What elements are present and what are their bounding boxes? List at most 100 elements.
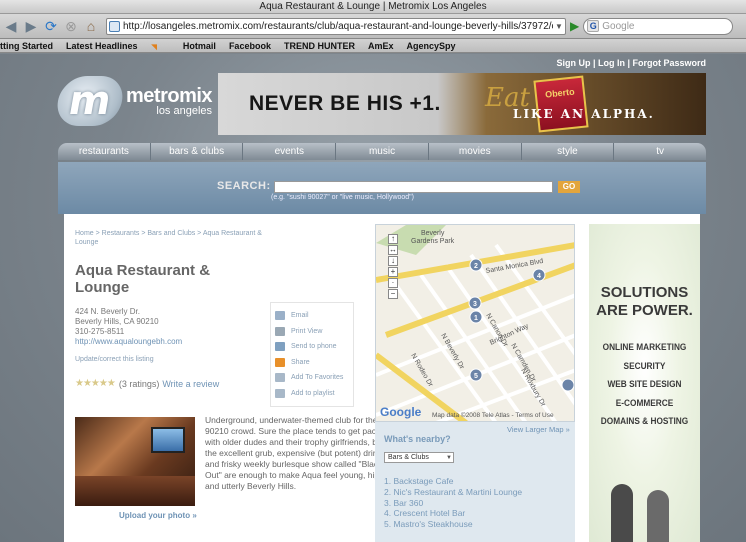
- browser-toolbar: ◀ ▶ ⟳ ⊗ ⌂ http://losangeles.metromix.com…: [0, 14, 746, 39]
- view-larger-map-link[interactable]: View Larger Map »: [507, 425, 570, 434]
- svg-text:5: 5: [474, 373, 478, 380]
- nearby-item[interactable]: 1. Backstage Cafe: [384, 476, 522, 487]
- home-icon[interactable]: ⌂: [82, 17, 100, 35]
- map[interactable]: Beverly Gardens Park Santa Monica Blvd N…: [375, 224, 575, 422]
- bookmark-hotmail[interactable]: Hotmail: [183, 41, 216, 51]
- google-logo[interactable]: Google: [380, 405, 421, 419]
- venue-photo[interactable]: [75, 417, 195, 506]
- write-review-link[interactable]: Write a review: [162, 379, 219, 389]
- ad-people-image: [603, 482, 683, 542]
- nearby-list: 1. Backstage Cafe 2. Nic's Restaurant & …: [384, 476, 522, 530]
- nav-restaurants[interactable]: restaurants: [58, 143, 151, 160]
- nearby-item[interactable]: 2. Nic's Restaurant & Martini Lounge: [384, 487, 522, 498]
- logo-title: metromix: [126, 84, 213, 107]
- rating-count: (3 ratings): [118, 378, 160, 389]
- nav-music[interactable]: music: [336, 143, 429, 160]
- print-action[interactable]: Print View: [275, 324, 349, 340]
- address-bar-url[interactable]: http://losangeles.metromix.com/restauran…: [123, 21, 553, 32]
- rating-stars-icon[interactable]: ★★★★★: [75, 378, 116, 389]
- phone-icon: [275, 342, 285, 352]
- bookmark-amex[interactable]: AmEx: [368, 41, 394, 51]
- upload-photo-link[interactable]: Upload your photo »: [119, 511, 197, 520]
- forward-arrow-icon[interactable]: ▶: [22, 17, 40, 35]
- history-dropdown-icon[interactable]: ▼: [553, 22, 565, 31]
- side-ad[interactable]: SOLUTIONS ARE POWER. ONLINE MARKETING SE…: [589, 224, 700, 542]
- email-action[interactable]: Email: [275, 308, 349, 324]
- nearby-category-value: Bars & Clubs: [388, 454, 429, 461]
- address-bar[interactable]: http://losangeles.metromix.com/restauran…: [106, 17, 566, 35]
- search-label: SEARCH:: [217, 180, 271, 192]
- svg-text:Gardens Park: Gardens Park: [411, 238, 455, 245]
- nearby-item[interactable]: 3. Bar 360: [384, 498, 522, 509]
- reload-icon[interactable]: ⟳: [42, 17, 60, 35]
- account-links[interactable]: Sign Up | Log In | Forgot Password: [556, 58, 706, 68]
- back-arrow-icon[interactable]: ◀: [2, 17, 20, 35]
- nearby-category-select[interactable]: Bars & Clubs ▼: [384, 452, 454, 463]
- bookmark-facebook[interactable]: Facebook: [229, 41, 271, 51]
- playlist-action[interactable]: Add to playlist: [275, 386, 349, 402]
- ad-items: ONLINE MARKETING SECURITY WEB SITE DESIG…: [593, 338, 695, 431]
- oberto-package-icon: Oberto: [533, 75, 589, 133]
- zoom-out-icon[interactable]: −: [388, 289, 398, 299]
- go-arrow-icon[interactable]: ▶: [570, 19, 579, 33]
- google-search-icon[interactable]: G: [587, 20, 600, 32]
- nav-events[interactable]: events: [243, 143, 337, 160]
- nav-tv[interactable]: tv: [614, 143, 706, 160]
- nav-movies[interactable]: movies: [429, 143, 522, 160]
- photo-floor: [75, 476, 195, 506]
- search-go-button[interactable]: GO: [558, 181, 580, 193]
- nav-style[interactable]: style: [522, 143, 615, 160]
- share-action-label: Share: [291, 358, 310, 366]
- bookmark-agencyspy[interactable]: AgencySpy: [406, 41, 455, 51]
- web-page: Sign Up | Log In | Forgot Password m met…: [0, 54, 746, 542]
- map-canvas[interactable]: Beverly Gardens Park Santa Monica Blvd N…: [376, 225, 575, 422]
- pan-left-right-icon[interactable]: ↔: [388, 245, 398, 255]
- nearby-item[interactable]: 5. Mastro's Steakhouse: [384, 519, 522, 530]
- map-zoom-control[interactable]: ↑ ↔ ↓ + · −: [384, 233, 402, 300]
- bookmark-trend-hunter[interactable]: TREND HUNTER: [284, 41, 355, 51]
- pan-up-icon[interactable]: ↑: [388, 234, 398, 244]
- banner-headline: NEVER BE HIS +1.: [249, 92, 441, 115]
- playlist-action-label: Add to playlist: [291, 389, 335, 397]
- phone-number: 310-275-8511: [75, 327, 125, 336]
- content-panel: Home > Restaurants > Bars and Clubs > Aq…: [64, 214, 700, 542]
- svg-text:4: 4: [537, 273, 541, 280]
- update-listing-link[interactable]: Update/correct this listing: [75, 356, 154, 363]
- map-copyright[interactable]: Map data ©2008 Tele Atlas - Terms of Use: [432, 412, 554, 419]
- metromix-logo[interactable]: m metromix los angeles: [53, 76, 213, 126]
- share-action[interactable]: Share: [275, 355, 349, 371]
- svg-text:1: 1: [474, 315, 478, 322]
- bookmark-getting-started[interactable]: tting Started: [0, 41, 53, 51]
- ad-item: DOMAINS & HOSTING: [600, 416, 689, 427]
- breadcrumb[interactable]: Home > Restaurants > Bars and Clubs > Aq…: [75, 229, 275, 247]
- main-nav: restaurants bars & clubs events music mo…: [58, 143, 706, 160]
- bookmarks-bar: tting Started Latest Headlines ◥ Hotmail …: [0, 39, 746, 53]
- ad-headline-1: SOLUTIONS: [600, 284, 689, 301]
- banner-tagline: LIKE AN ALPHA.: [513, 107, 655, 121]
- page-title: Aqua Restaurant & Lounge: [75, 262, 211, 296]
- venue-description: Underground, underwater-themed club for …: [205, 415, 390, 491]
- logo-subtitle: los angeles: [156, 104, 213, 117]
- email-icon: [275, 311, 285, 321]
- ad-banner[interactable]: NEVER BE HIS +1. Eat Oberto LIKE AN ALPH…: [218, 73, 706, 135]
- favorites-action[interactable]: Add To Favorites: [275, 370, 349, 386]
- nearby-item[interactable]: 4. Crescent Hotel Bar: [384, 508, 522, 519]
- nav-bars-clubs[interactable]: bars & clubs: [151, 143, 244, 160]
- share-icon: [275, 357, 285, 367]
- print-icon: [275, 326, 285, 336]
- ad-item: ONLINE MARKETING: [602, 342, 687, 352]
- rating: ★★★★★ (3 ratings) Write a review: [75, 378, 219, 389]
- svg-text:Beverly: Beverly: [421, 230, 445, 237]
- send-to-phone-action[interactable]: Send to phone: [275, 339, 349, 355]
- website-link[interactable]: http://www.aqualoungebh.com: [75, 337, 182, 347]
- site-search-input[interactable]: [274, 181, 553, 193]
- browser-search-input[interactable]: G Google: [583, 17, 734, 35]
- bookmark-latest-headlines[interactable]: Latest Headlines ◥: [66, 41, 170, 51]
- stop-icon[interactable]: ⊗: [62, 17, 80, 35]
- venue-address: 424 N. Beverly Dr. Beverly Hills, CA 902…: [75, 307, 182, 347]
- zoom-in-icon[interactable]: +: [388, 267, 398, 277]
- zoom-slider[interactable]: ·: [388, 278, 398, 288]
- pan-down-icon[interactable]: ↓: [388, 256, 398, 266]
- action-list: Email Print View Send to phone Share Add…: [270, 302, 354, 407]
- whats-nearby-panel: What's nearby? Bars & Clubs ▼ 1. Backstag…: [375, 422, 575, 542]
